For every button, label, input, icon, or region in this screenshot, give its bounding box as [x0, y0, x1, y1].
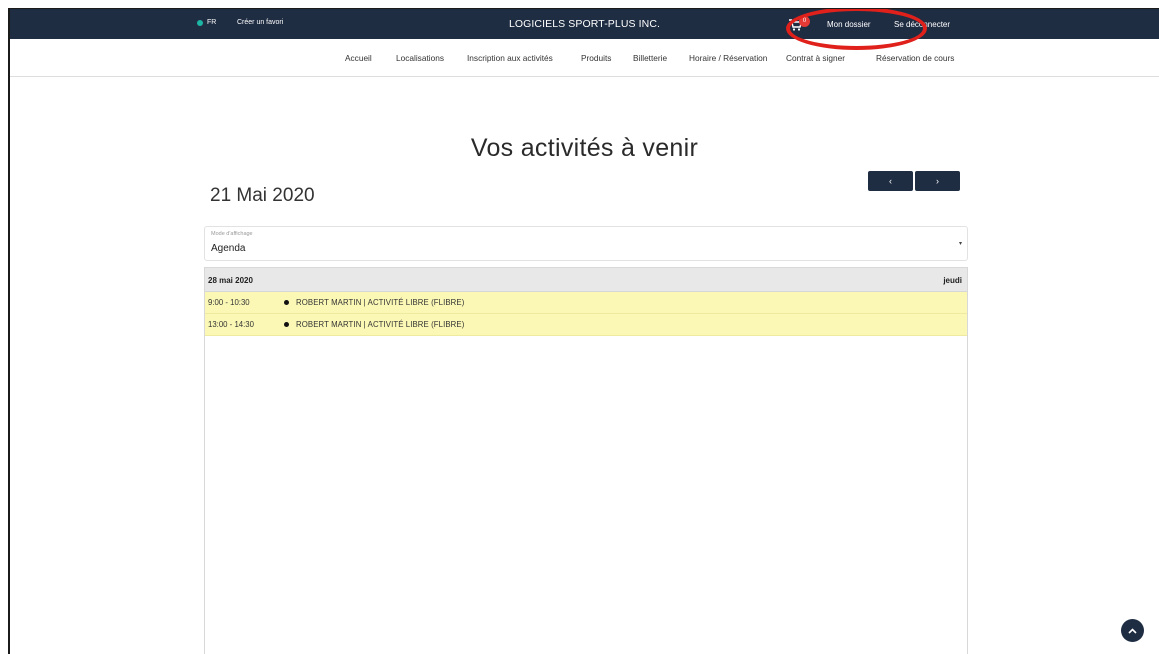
bullet-icon	[284, 322, 289, 327]
agenda-event[interactable]: 9:00 - 10:30 ROBERT MARTIN | ACTIVITÉ LI…	[205, 292, 967, 314]
app-window: FR Créer un favori LOGICIELS SPORT-PLUS …	[8, 8, 1159, 654]
event-title: ROBERT MARTIN | ACTIVITÉ LIBRE (FLIBRE)	[296, 320, 465, 329]
brand-title: LOGICIELS SPORT-PLUS INC.	[508, 18, 661, 30]
bullet-icon	[284, 300, 289, 305]
agenda-day-header: 28 mai 2020 jeudi	[205, 268, 967, 292]
display-mode-select[interactable]: Mode d'affichage Agenda ▾	[204, 226, 968, 261]
main-nav: Accueil Localisations Inscription aux ac…	[10, 39, 1159, 77]
scroll-to-top-button[interactable]	[1121, 619, 1144, 642]
event-time: 13:00 - 14:30	[208, 320, 254, 329]
nav-item-produits[interactable]: Produits	[581, 53, 611, 63]
display-mode-value: Agenda	[211, 243, 246, 254]
nav-item-horaire-reservation[interactable]: Horaire / Réservation	[689, 53, 767, 63]
next-button[interactable]: ›	[915, 171, 960, 191]
agenda-event[interactable]: 13:00 - 14:30 ROBERT MARTIN | ACTIVITÉ L…	[205, 314, 967, 336]
agenda-day-weekday: jeudi	[943, 276, 962, 285]
nav-item-accueil[interactable]: Accueil	[345, 53, 372, 63]
nav-item-localisations[interactable]: Localisations	[396, 53, 444, 63]
event-time: 9:00 - 10:30	[208, 298, 250, 307]
nav-item-billetterie[interactable]: Billetterie	[633, 53, 667, 63]
date-pager: ‹ ›	[868, 171, 960, 191]
agenda-list: 28 mai 2020 jeudi 9:00 - 10:30 ROBERT MA…	[204, 267, 968, 654]
agenda-day-date: 28 mai 2020	[208, 276, 253, 285]
chevron-left-icon: ‹	[889, 176, 892, 186]
event-title: ROBERT MARTIN | ACTIVITÉ LIBRE (FLIBRE)	[296, 298, 465, 307]
previous-button[interactable]: ‹	[868, 171, 913, 191]
top-bar: FR Créer un favori LOGICIELS SPORT-PLUS …	[10, 9, 1159, 39]
annotation-circle	[786, 9, 927, 50]
current-date: 21 Mai 2020	[210, 185, 315, 206]
page-title: Vos activités à venir	[470, 134, 699, 162]
chevron-right-icon: ›	[936, 176, 939, 186]
nav-item-contrat[interactable]: Contrat à signer	[786, 53, 845, 63]
caret-down-icon: ▾	[958, 241, 962, 247]
nav-item-reservation-cours[interactable]: Réservation de cours	[876, 53, 954, 63]
chevron-up-icon	[1128, 627, 1137, 634]
display-mode-label: Mode d'affichage	[211, 231, 253, 237]
nav-item-inscription[interactable]: Inscription aux activités	[467, 53, 553, 63]
